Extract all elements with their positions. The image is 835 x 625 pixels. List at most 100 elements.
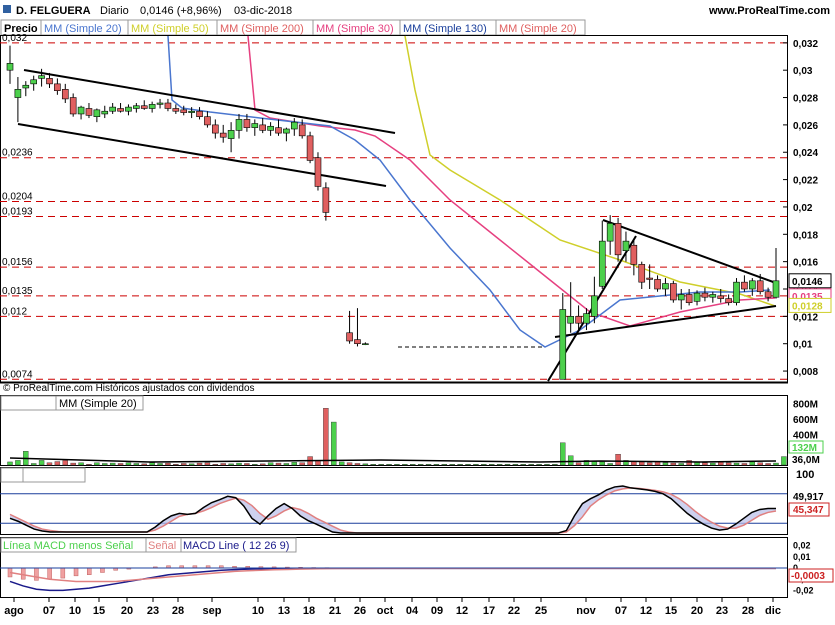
candle-body [631,245,637,264]
volume-bar [276,463,281,465]
volume-bar [110,463,115,465]
site-url[interactable]: www.ProRealTime.com [708,5,830,17]
volume-bar [505,464,510,465]
candle-body [694,293,700,301]
trend-line [18,124,386,186]
macd-signal-line [10,568,776,581]
candle-body [347,333,353,341]
candle-body [639,264,645,282]
volume-bar [639,462,644,465]
volume-bar [71,463,76,465]
x-axis-label: 28 [172,605,184,617]
candle-body [734,282,740,303]
chart-period: Diario [100,5,129,17]
candle-body [583,314,589,324]
volume-bar [15,460,20,465]
volume-bar [181,463,186,465]
volume-bar [347,463,352,465]
candle-body [773,281,779,297]
volume-bar [292,462,297,465]
volume-legend-box[interactable] [1,396,56,410]
volume-bar [544,464,549,465]
volume-bar [173,464,178,465]
x-axis-label: 07 [43,605,55,617]
mm50-line [405,36,775,306]
macd-hist-bar [48,568,52,579]
candle-body [655,279,661,289]
x-axis-label: 28 [742,605,754,617]
candle-body [212,125,218,133]
price-axis-label: 0,028 [793,94,818,105]
x-axis-label: 20 [691,605,703,617]
candle-body [362,344,368,345]
volume-bar [410,464,415,465]
macd-hist-bar [21,568,25,579]
volume-bar [442,464,447,465]
candle-body [94,110,100,117]
candle-body [599,241,605,286]
candle-body [260,125,266,130]
candle-body [15,89,21,97]
candle-body [39,76,45,79]
candle-body [133,106,139,109]
volume-bar [260,464,265,465]
volume-bar [687,460,692,465]
price-axis-label: 0,018 [793,230,818,241]
volume-bar [726,463,731,465]
candle-body [204,117,210,125]
x-axis-label: 07 [615,605,627,617]
stochastic-lines [0,486,787,533]
price-left-label: 0,0156 [2,257,33,268]
candle-body [165,103,171,108]
volume-bar [750,462,755,465]
stochastic-panel-frame [1,468,788,535]
x-axis-label: oct [377,605,394,617]
macd-hist-bar [34,568,38,580]
volume-bar [102,463,107,465]
candle-body [686,294,692,302]
chart-window: D. FELGUERA Diario 0,0146 (+8,96%) 03-di… [0,0,835,620]
x-axis-label: 10 [69,605,81,617]
candle-body [623,241,629,251]
mm20-line [168,36,770,347]
volume-bar [55,462,60,465]
volume-bar [268,463,273,465]
candle-body [102,111,108,114]
candle-body [568,316,574,323]
macd-lines [0,566,787,591]
candle-body [662,284,668,289]
macd-axis-label: 0,02 [793,541,811,551]
stoch-k-legend-box[interactable] [1,468,23,482]
stoch-d-legend-box[interactable] [23,468,85,482]
stoch-axis-label: 100 [796,469,814,481]
macd-signal-legend: Señal [148,540,176,552]
candle-body [678,294,684,299]
legend-mm20b: MM (Simple 20) [499,23,577,35]
stoch-d-line [10,488,776,533]
price-axis-label: 0,008 [793,367,818,378]
chart-svg: D. FELGUERA Diario 0,0146 (+8,96%) 03-di… [0,0,835,620]
volume-bar [331,422,336,465]
volume-bar [513,464,518,465]
volume-bar [418,464,423,465]
candle-body [591,296,597,317]
volume-bar [339,462,344,465]
volume-bar [86,464,91,465]
volume-bar [758,463,763,465]
candle-body [576,316,582,323]
volume-tag: 36,0M [792,455,820,466]
volume-bar [205,463,210,465]
volume-bar [47,463,52,465]
volume-bar [529,464,534,465]
candle-body [181,110,187,113]
x-axis-label: sep [203,605,222,617]
volume-bar [568,456,573,465]
volume-bar [537,464,542,465]
macd-line [10,568,776,590]
x-axis-label: 22 [508,605,520,617]
candle-body [141,106,147,109]
x-axis-label: nov [576,605,596,617]
volume-bar [742,463,747,465]
macd-hist-bar [100,568,104,572]
stoch-tag: 49,917 [793,492,824,503]
